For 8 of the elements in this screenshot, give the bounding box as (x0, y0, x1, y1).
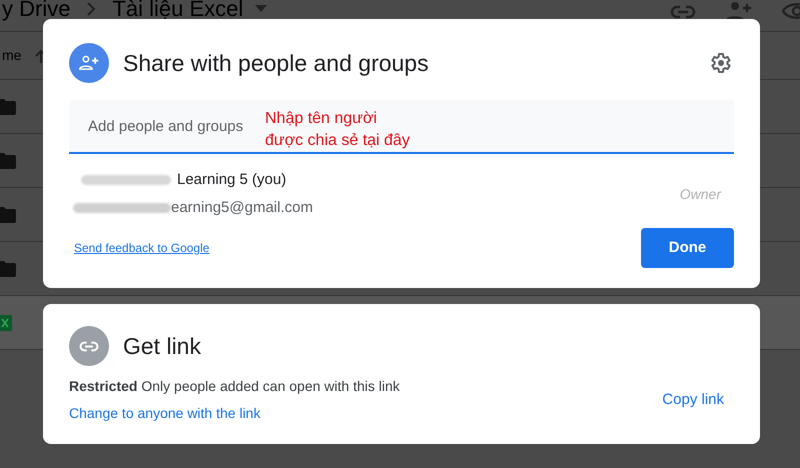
person-email: earning5@gmail.com (171, 198, 313, 218)
role-label: Owner (680, 184, 721, 204)
annotation-text: Nhập tên người (265, 109, 378, 129)
access-description: Restricted Only people added can open with this link (69, 377, 400, 396)
dialog-title: Share with people and groups (123, 48, 429, 78)
annotation-text: được chia sẻ tại đây (265, 131, 410, 151)
person-name: Learning 5 (you) (177, 170, 286, 190)
dialog-title: Get link (123, 332, 201, 361)
